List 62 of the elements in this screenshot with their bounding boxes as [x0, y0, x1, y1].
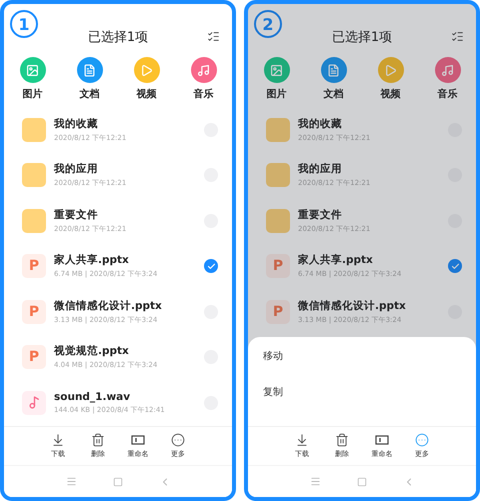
category-label[interactable]: 视频	[136, 87, 156, 101]
folder-icon	[22, 118, 46, 142]
play-icon[interactable]	[378, 57, 404, 83]
category-label[interactable]: 图片	[22, 87, 42, 101]
screen-title: 已选择1项	[86, 29, 150, 47]
file-name[interactable]: 我的收藏	[298, 116, 448, 131]
image-icon[interactable]	[264, 57, 290, 83]
screen-title: 已选择1项	[330, 29, 394, 47]
home-icon[interactable]	[356, 476, 366, 486]
file-name[interactable]: 我的应用	[298, 162, 448, 176]
step-number: 2	[254, 10, 282, 38]
file-name[interactable]: 我的收藏	[54, 116, 204, 131]
file-name[interactable]: 重要文件	[298, 208, 448, 222]
folder-icon	[22, 208, 46, 233]
file-name[interactable]: 家人共享.pptx	[298, 253, 448, 268]
presentation-icon: P	[266, 300, 290, 324]
trash-icon	[91, 433, 105, 447]
trash-icon	[335, 433, 349, 447]
document-icon[interactable]	[76, 57, 102, 83]
home-icon[interactable]	[112, 476, 122, 486]
category-label[interactable]: 文档	[80, 87, 100, 101]
file-name[interactable]: sound_1.wav	[54, 390, 204, 403]
download-icon	[295, 433, 309, 447]
more-icon	[415, 433, 429, 447]
folder-icon	[266, 118, 290, 142]
category-label[interactable]: 音乐	[194, 87, 214, 101]
check-icon	[450, 262, 460, 271]
file-name[interactable]: 微信情感化设计.pptx	[298, 298, 448, 313]
file-name[interactable]: 我的应用	[54, 162, 204, 176]
checkbox[interactable]	[204, 259, 218, 274]
play-icon[interactable]	[134, 57, 160, 83]
presentation-icon: P	[266, 254, 290, 278]
category-label[interactable]: 图片	[266, 87, 286, 101]
category-label[interactable]: 文档	[324, 87, 344, 101]
file-name[interactable]: 家人共享.pptx	[54, 253, 204, 268]
file-name[interactable]: 视觉规范.pptx	[54, 344, 204, 358]
checkbox[interactable]	[448, 259, 462, 274]
image-icon[interactable]	[20, 57, 46, 83]
presentation-icon: P	[22, 345, 46, 370]
presentation-icon: P	[22, 254, 46, 278]
more-icon	[171, 433, 185, 447]
file-name[interactable]: 重要文件	[54, 208, 204, 222]
file-name[interactable]: 微信情感化设计.pptx	[54, 298, 204, 313]
music-note-icon	[22, 390, 46, 415]
folder-icon	[266, 208, 290, 233]
folder-icon	[22, 163, 46, 188]
menu-item[interactable]: 复制	[263, 385, 283, 399]
menu-item[interactable]: 移动	[263, 349, 283, 363]
category-label[interactable]: 音乐	[438, 87, 458, 101]
rename-icon	[131, 433, 145, 447]
presentation-icon: P	[22, 300, 46, 324]
rename-icon	[375, 433, 389, 447]
download-icon	[51, 433, 65, 447]
step-number: 1	[10, 10, 38, 38]
music-icon[interactable]	[434, 57, 460, 83]
folder-icon	[266, 163, 290, 188]
menu-icon[interactable]	[310, 476, 320, 487]
check-icon	[206, 262, 216, 271]
category-label[interactable]: 视频	[380, 87, 400, 101]
menu-icon[interactable]	[66, 476, 76, 487]
document-icon[interactable]	[320, 57, 346, 83]
music-icon[interactable]	[190, 57, 216, 83]
